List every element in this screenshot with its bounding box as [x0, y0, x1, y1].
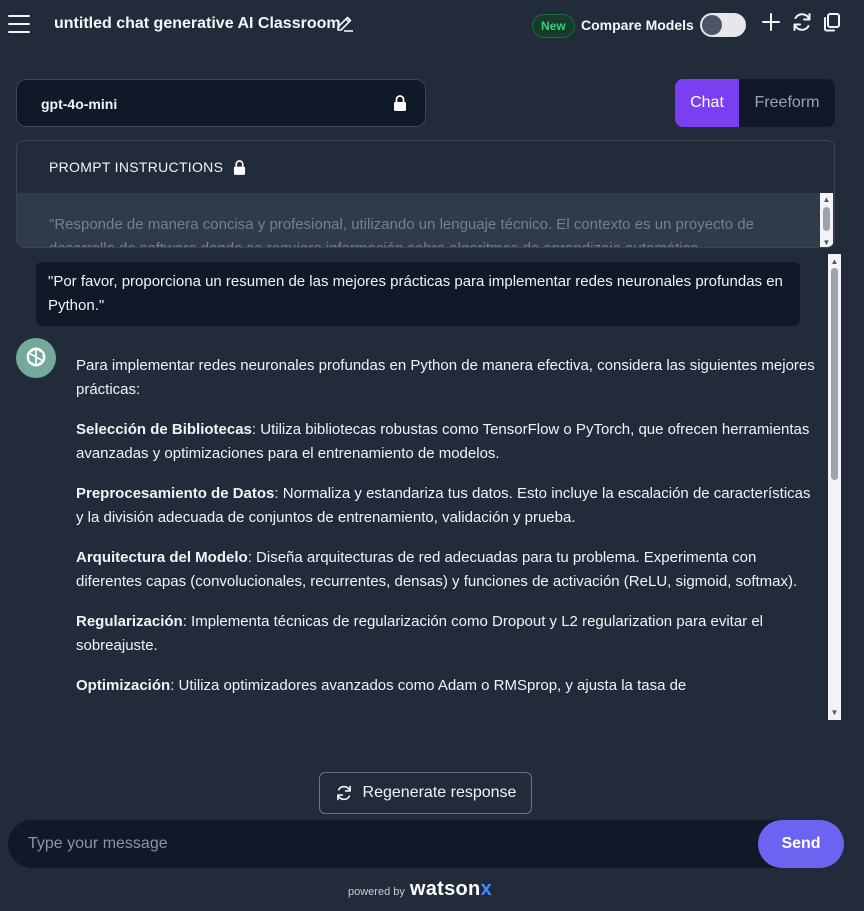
chat-scrollbar[interactable]: ▲ ▼	[828, 254, 841, 720]
hamburger-menu-icon[interactable]	[8, 15, 30, 33]
brand-name: watson	[409, 878, 481, 900]
refresh-icon[interactable]	[791, 11, 813, 33]
powered-by-footer: powered by watsonx	[348, 878, 492, 901]
user-message: "Por favor, proporciona un resumen de la…	[36, 262, 800, 326]
compare-models-toggle[interactable]	[700, 13, 746, 37]
lock-icon	[234, 159, 246, 175]
new-badge: New	[532, 14, 575, 38]
regenerate-label: Regenerate response	[362, 784, 517, 801]
regenerate-response-button[interactable]: Regenerate response	[319, 772, 532, 814]
tab-chat[interactable]: Chat	[675, 79, 739, 127]
send-button[interactable]: Send	[758, 820, 844, 868]
prompt-instructions-panel: PROMPT INSTRUCTIONS "Responde de manera …	[16, 140, 835, 248]
compare-models-label: Compare Models	[581, 17, 694, 33]
list-item: Regularización: Implementa técnicas de r…	[76, 610, 816, 658]
plus-icon[interactable]	[760, 11, 782, 33]
top-header: untitled chat generative AI Classroom Ne…	[0, 0, 864, 50]
list-item: Arquitectura del Modelo: Diseña arquitec…	[76, 546, 816, 594]
item-title: Selección de Bibliotecas	[76, 421, 252, 438]
message-composer: Send	[8, 820, 844, 868]
list-item: Preprocesamiento de Datos: Normaliza y e…	[76, 482, 816, 530]
prompt-instructions-text: "Responde de manera concisa y profesiona…	[49, 216, 754, 247]
openai-logo-icon	[16, 338, 56, 378]
watsonx-logo: watsonx	[410, 878, 492, 901]
prompt-instructions-text-area: "Responde de manera concisa y profesiona…	[17, 193, 834, 247]
assistant-message: Para implementar redes neuronales profun…	[76, 354, 816, 722]
item-body: : Utiliza optimizadores avanzados como A…	[170, 677, 687, 694]
brand-suffix: x	[480, 878, 493, 900]
model-selector[interactable]: gpt-4o-mini	[16, 79, 426, 127]
list-item: Selección de Bibliotecas: Utiliza biblio…	[76, 418, 816, 466]
copy-icon[interactable]	[821, 11, 843, 33]
prompt-instructions-header: PROMPT INSTRUCTIONS	[49, 159, 246, 175]
powered-by-label: powered by	[348, 886, 405, 898]
prompt-instructions-label: PROMPT INSTRUCTIONS	[49, 159, 224, 175]
chat-title: untitled chat generative AI Classroom	[54, 15, 341, 32]
message-input[interactable]	[28, 820, 728, 868]
prompt-scrollbar[interactable]: ▲ ▼	[820, 193, 833, 247]
assistant-intro: Para implementar redes neuronales profun…	[76, 357, 815, 398]
item-title: Regularización	[76, 613, 183, 630]
item-title: Optimización	[76, 677, 171, 694]
pencil-icon[interactable]	[335, 14, 355, 34]
mode-tabs: Chat Freeform	[675, 79, 835, 127]
tab-freeform[interactable]: Freeform	[739, 79, 835, 127]
toggle-knob	[702, 15, 722, 35]
item-title: Preprocesamiento de Datos	[76, 485, 275, 502]
refresh-icon	[336, 785, 351, 801]
list-item: Optimización: Utiliza optimizadores avan…	[76, 674, 816, 698]
model-name: gpt-4o-mini	[41, 96, 118, 112]
lock-icon	[394, 95, 406, 111]
item-title: Arquitectura del Modelo	[76, 549, 248, 566]
